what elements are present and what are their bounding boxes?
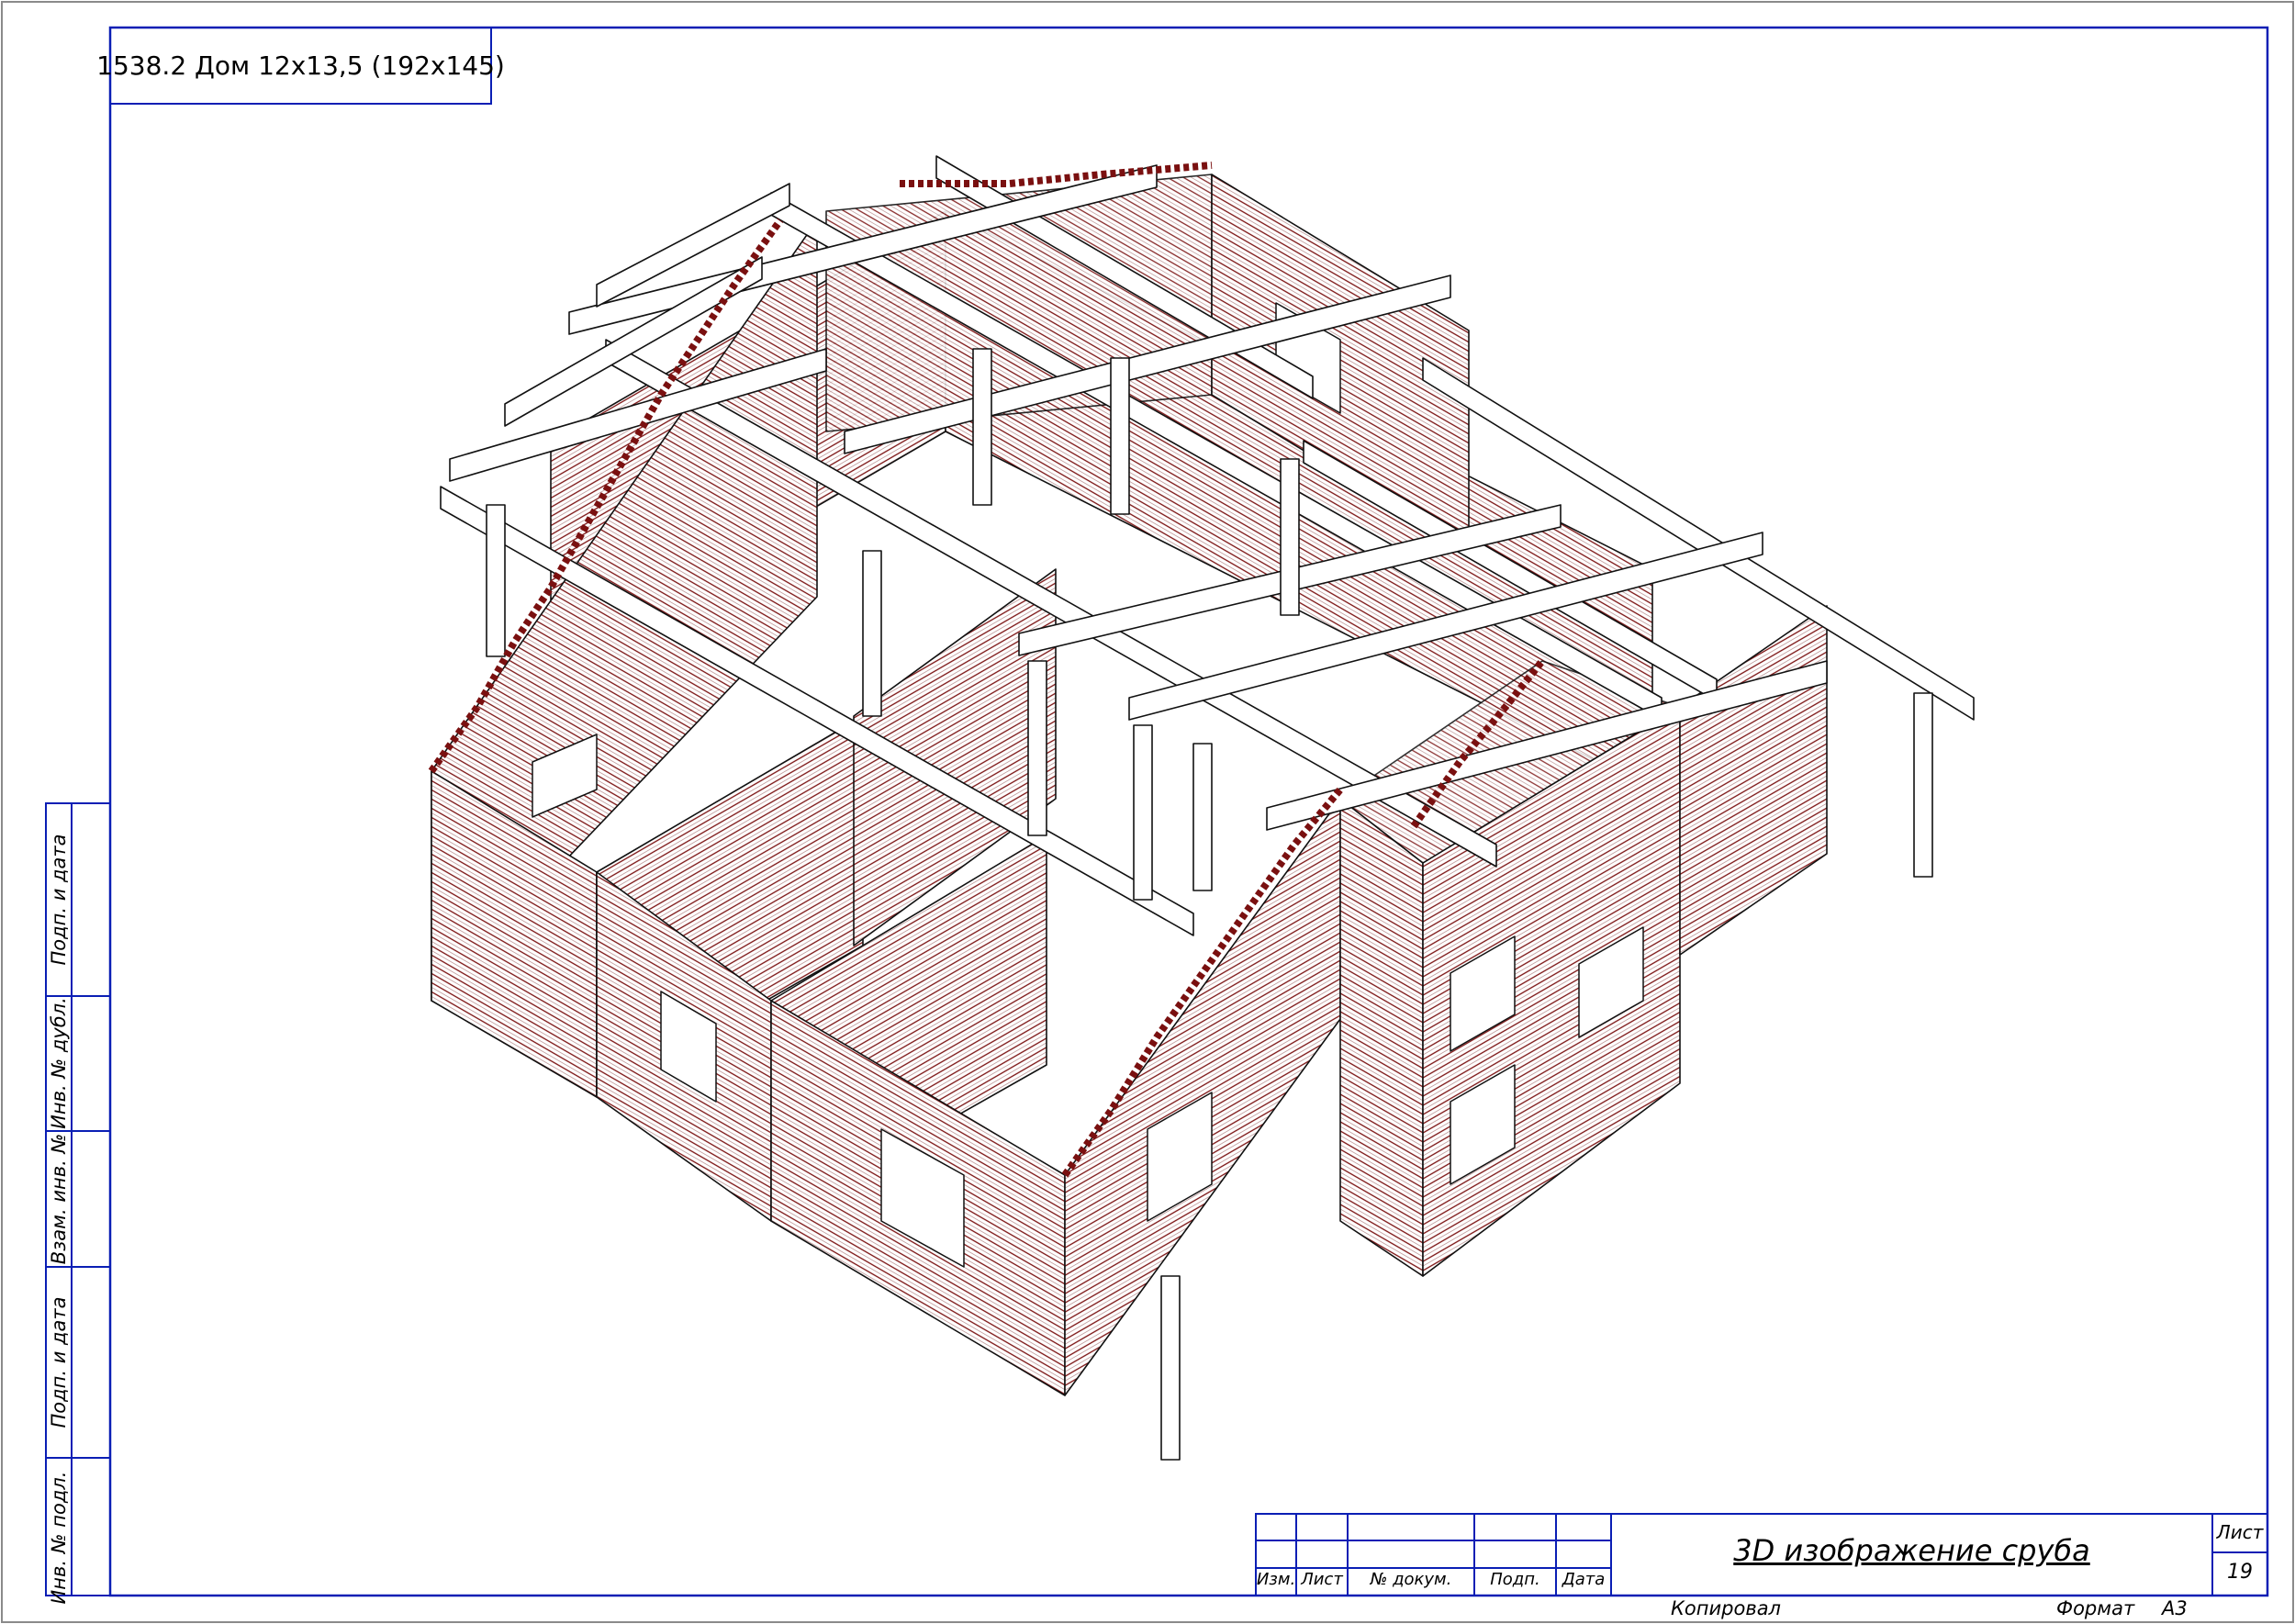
stamp-col-sign: Подп.: [1490, 1570, 1540, 1589]
side-stamp-cell-5: Инв. № подл.: [48, 1471, 70, 1605]
side-stamp-labels: Подп. и дата Инв. № дубл. Взам. инв. № П…: [46, 803, 72, 1604]
stamp-col-date: Дата: [1562, 1570, 1606, 1589]
side-stamp-cell-4: Подп. и дата: [48, 1296, 70, 1428]
format-value: А3: [2162, 1597, 2188, 1619]
side-stamp-cell-2: Инв. № дубл.: [48, 997, 70, 1129]
sheet-title: 3D изображение сруба: [1733, 1533, 2090, 1568]
right-extension-wall: [1679, 605, 1828, 956]
sheet-number: 19: [2227, 1561, 2253, 1584]
stamp-col-izm: Изм.: [1256, 1570, 1296, 1589]
drawing-sheet: [1, 1, 2294, 1623]
side-stamp-cell-3: Взам. инв. №: [48, 1133, 70, 1265]
sheet-label: Лист: [2216, 1521, 2264, 1543]
stamp-col-doc: № докум.: [1370, 1570, 1452, 1589]
side-stamp-cell-1: Подп. и дата: [48, 834, 70, 966]
copied-label: Копировал: [1671, 1597, 1781, 1619]
log-house-3d: [428, 155, 1975, 1461]
stamp-col-list: Лист: [1301, 1570, 1343, 1589]
right-block-front: [1339, 798, 1424, 1277]
format-label: Формат: [2056, 1597, 2135, 1619]
drawing-title-top: 1538.2 Дом 12х13,5 (192х145): [96, 50, 505, 81]
